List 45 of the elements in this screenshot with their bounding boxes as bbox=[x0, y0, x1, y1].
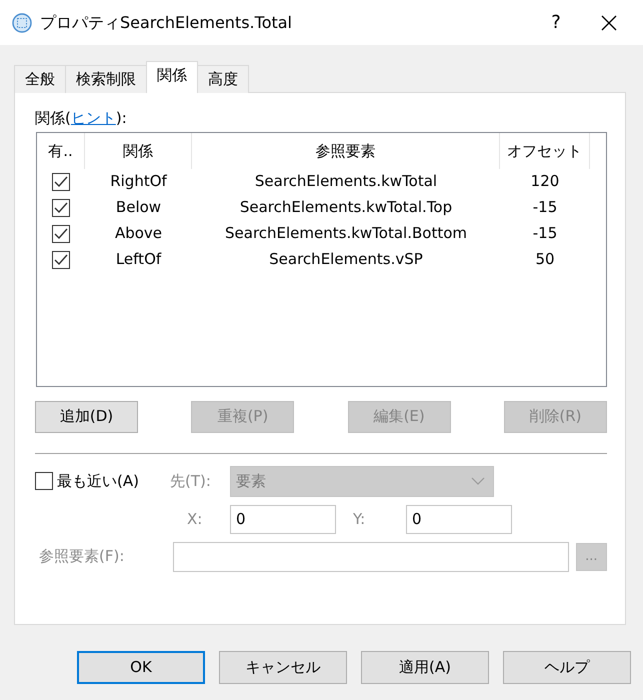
dialog-button[interactable]: キャンセル bbox=[219, 651, 347, 684]
x-field[interactable]: 0 bbox=[230, 504, 336, 534]
row-checkbox[interactable] bbox=[52, 173, 70, 192]
tab[interactable]: 全般 bbox=[14, 65, 66, 93]
table-cell: SearchElements.kwTotal.Top bbox=[240, 198, 452, 216]
column-header[interactable]: 有.. bbox=[37, 132, 85, 168]
column-header[interactable]: 関係 bbox=[85, 132, 192, 168]
list-button[interactable]: 追加(D) bbox=[35, 400, 138, 432]
column-header[interactable]: オフセット bbox=[500, 132, 590, 168]
reference-label: 参照要素(F): bbox=[39, 546, 126, 568]
row-checkbox[interactable] bbox=[52, 225, 70, 244]
window-title: プロパティSearchElements.Total bbox=[40, 12, 293, 34]
hint-link[interactable]: ヒント bbox=[70, 109, 116, 127]
table-cell: Above bbox=[114, 224, 162, 242]
table-cell: -15 bbox=[532, 224, 558, 242]
ok-button[interactable]: OK bbox=[77, 651, 205, 684]
y-field[interactable]: 0 bbox=[406, 504, 512, 534]
relations-label: 関係(ヒント): bbox=[35, 108, 128, 129]
chevron-icon bbox=[471, 477, 485, 485]
dialog-button[interactable]: ヘルプ bbox=[503, 651, 631, 684]
tab[interactable]: 関係 bbox=[146, 61, 198, 93]
row-checkbox[interactable] bbox=[52, 251, 70, 270]
table-cell: SearchElements.kwTotal bbox=[254, 172, 438, 190]
table-cell: SearchElements.kwTotal.Bottom bbox=[225, 224, 467, 242]
table-cell: Below bbox=[116, 198, 162, 216]
column-header[interactable]: 参照要素 bbox=[192, 132, 500, 168]
dialog-button[interactable]: 適用(A) bbox=[361, 651, 489, 684]
table-cell: SearchElements.vSP bbox=[269, 250, 423, 268]
tab[interactable]: 検索制限 bbox=[65, 65, 147, 93]
window-icon bbox=[12, 12, 32, 32]
table-cell: LeftOf bbox=[116, 250, 162, 268]
nearest-label: 最も近い(A) bbox=[57, 470, 139, 492]
table-cell: RightOf bbox=[110, 172, 167, 190]
table-cell: -15 bbox=[532, 198, 558, 216]
close-icon[interactable] bbox=[601, 14, 617, 30]
tab[interactable]: 高度 bbox=[197, 65, 249, 93]
help-button[interactable]: ? bbox=[533, 9, 579, 36]
table-cell: 120 bbox=[530, 172, 560, 190]
row-checkbox[interactable] bbox=[52, 199, 70, 218]
x-label: X: bbox=[187, 508, 204, 530]
table-cell: 50 bbox=[535, 250, 555, 268]
nearest-checkbox[interactable] bbox=[35, 472, 53, 490]
y-label: Y: bbox=[353, 508, 366, 530]
target-label: 先(T): bbox=[170, 470, 212, 492]
reference-field[interactable] bbox=[172, 542, 569, 572]
